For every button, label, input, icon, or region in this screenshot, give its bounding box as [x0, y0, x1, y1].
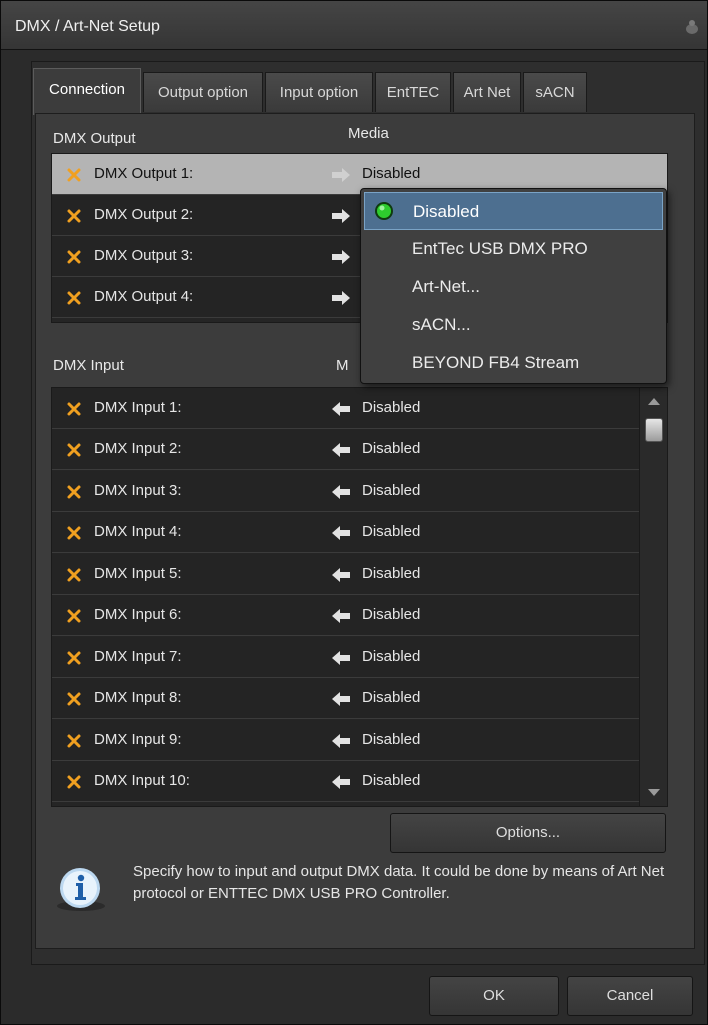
media-option-label: Art-Net...: [412, 277, 481, 296]
output-row-label: DMX Output 3:: [94, 247, 194, 264]
arrow-left-icon: [332, 443, 350, 457]
output-row-label: DMX Output 1:: [94, 165, 194, 182]
arrow-left-icon: [332, 609, 350, 623]
title-bar[interactable]: DMX / Art-Net Setup: [1, 1, 707, 50]
tab-connection[interactable]: Connection: [33, 68, 141, 115]
input-media-header: M: [336, 357, 349, 374]
arrow-left-icon: [332, 568, 350, 582]
input-row-label: DMX Input 10:: [94, 772, 190, 789]
input-row-1[interactable]: DMX Input 1: Disabled: [52, 388, 639, 429]
arrow-right-icon: [332, 250, 350, 264]
input-row-8[interactable]: DMX Input 8: Disabled: [52, 678, 639, 719]
input-row-3[interactable]: DMX Input 3: Disabled: [52, 471, 639, 512]
input-row-2[interactable]: DMX Input 2: Disabled: [52, 429, 639, 470]
input-row-media[interactable]: Disabled: [362, 606, 420, 623]
input-row-9[interactable]: DMX Input 9: Disabled: [52, 720, 639, 761]
tab-enttec[interactable]: EntTEC: [375, 72, 451, 112]
media-option-label: BEYOND FB4 Stream: [412, 353, 580, 372]
input-row-label: DMX Input 7:: [94, 648, 182, 665]
output-row-label: DMX Output 4:: [94, 288, 194, 305]
x-icon: [67, 291, 81, 305]
input-list-scrollbar[interactable]: [639, 388, 667, 806]
arrow-left-icon: [332, 651, 350, 665]
x-icon: [67, 651, 81, 665]
input-row-media[interactable]: Disabled: [362, 523, 420, 540]
x-icon: [67, 485, 81, 499]
arrow-left-icon: [332, 775, 350, 789]
arrow-right-icon: [332, 168, 350, 182]
input-row-label: DMX Input 2:: [94, 440, 182, 457]
x-icon: [67, 734, 81, 748]
media-option-label: Disabled: [413, 202, 480, 221]
input-row-media[interactable]: Disabled: [362, 731, 420, 748]
input-row-label: DMX Input 3:: [94, 482, 182, 499]
input-row-media[interactable]: Disabled: [362, 772, 420, 789]
input-row-media[interactable]: Disabled: [362, 482, 420, 499]
ok-button[interactable]: OK: [429, 976, 559, 1016]
options-button[interactable]: Options...: [390, 813, 666, 853]
x-icon: [67, 775, 81, 789]
output-row-label: DMX Output 2:: [94, 206, 194, 223]
arrow-right-icon: [332, 291, 350, 305]
input-row-10[interactable]: DMX Input 10: Disabled: [52, 761, 639, 802]
input-row-label: DMX Input 8:: [94, 689, 182, 706]
input-row-media[interactable]: Disabled: [362, 440, 420, 457]
arrow-left-icon: [332, 734, 350, 748]
arrow-left-icon: [332, 485, 350, 499]
scroll-down-icon[interactable]: [647, 788, 661, 798]
input-row-media[interactable]: Disabled: [362, 689, 420, 706]
media-option-disabled[interactable]: Disabled: [364, 192, 663, 230]
arrow-left-icon: [332, 402, 350, 416]
media-option-beyond-fb4[interactable]: BEYOND FB4 Stream: [364, 344, 663, 382]
arrow-left-icon: [332, 692, 350, 706]
media-option-art-net[interactable]: Art-Net...: [364, 268, 663, 306]
media-option-sacn[interactable]: sACN...: [364, 306, 663, 344]
media-option-label: sACN...: [412, 315, 471, 334]
input-row-label: DMX Input 4:: [94, 523, 182, 540]
input-row-7[interactable]: DMX Input 7: Disabled: [52, 637, 639, 678]
tab-sacn[interactable]: sACN: [523, 72, 587, 112]
input-row-4[interactable]: DMX Input 4: Disabled: [52, 512, 639, 553]
cancel-button[interactable]: Cancel: [567, 976, 693, 1016]
dmx-input-list[interactable]: DMX Input 1: Disabled DMX Input 2: Disab…: [51, 387, 668, 807]
x-icon: [67, 209, 81, 223]
green-led-icon: [375, 202, 393, 220]
window-menu-icon[interactable]: [685, 19, 699, 35]
dmx-input-heading: DMX Input: [53, 357, 124, 374]
info-icon: [57, 868, 105, 911]
arrow-right-icon: [332, 209, 350, 223]
x-icon: [67, 692, 81, 706]
x-icon: [67, 402, 81, 416]
output-media-header: Media: [348, 125, 389, 142]
input-row-media[interactable]: Disabled: [362, 565, 420, 582]
media-dropdown-menu[interactable]: Disabled EntTec USB DMX PRO Art-Net... s…: [360, 188, 667, 384]
dmx-setup-window: DMX / Art-Net Setup Connection Output op…: [0, 0, 708, 1025]
x-icon: [67, 526, 81, 540]
tab-output-option[interactable]: Output option: [143, 72, 263, 112]
x-icon: [67, 250, 81, 264]
arrow-left-icon: [332, 526, 350, 540]
media-option-enttec[interactable]: EntTec USB DMX PRO: [364, 230, 663, 268]
output-row-media[interactable]: Disabled: [362, 165, 420, 182]
x-icon: [67, 443, 81, 457]
tab-input-option[interactable]: Input option: [265, 72, 373, 112]
input-row-media[interactable]: Disabled: [362, 399, 420, 416]
info-description: Specify how to input and output DMX data…: [133, 863, 665, 902]
media-option-label: EntTec USB DMX PRO: [412, 239, 588, 258]
input-row-media[interactable]: Disabled: [362, 648, 420, 665]
dmx-output-heading: DMX Output: [53, 130, 136, 147]
x-icon: [67, 168, 81, 182]
x-icon: [67, 568, 81, 582]
input-row-label: DMX Input 5:: [94, 565, 182, 582]
input-row-label: DMX Input 9:: [94, 731, 182, 748]
input-row-5[interactable]: DMX Input 5: Disabled: [52, 554, 639, 595]
input-row-6[interactable]: DMX Input 6: Disabled: [52, 595, 639, 636]
x-icon: [67, 609, 81, 623]
input-row-label: DMX Input 1:: [94, 399, 182, 416]
input-row-label: DMX Input 6:: [94, 606, 182, 623]
tab-art-net[interactable]: Art Net: [453, 72, 521, 112]
scroll-up-icon[interactable]: [647, 396, 661, 406]
scroll-thumb[interactable]: [645, 418, 663, 442]
window-title: DMX / Art-Net Setup: [15, 18, 160, 35]
